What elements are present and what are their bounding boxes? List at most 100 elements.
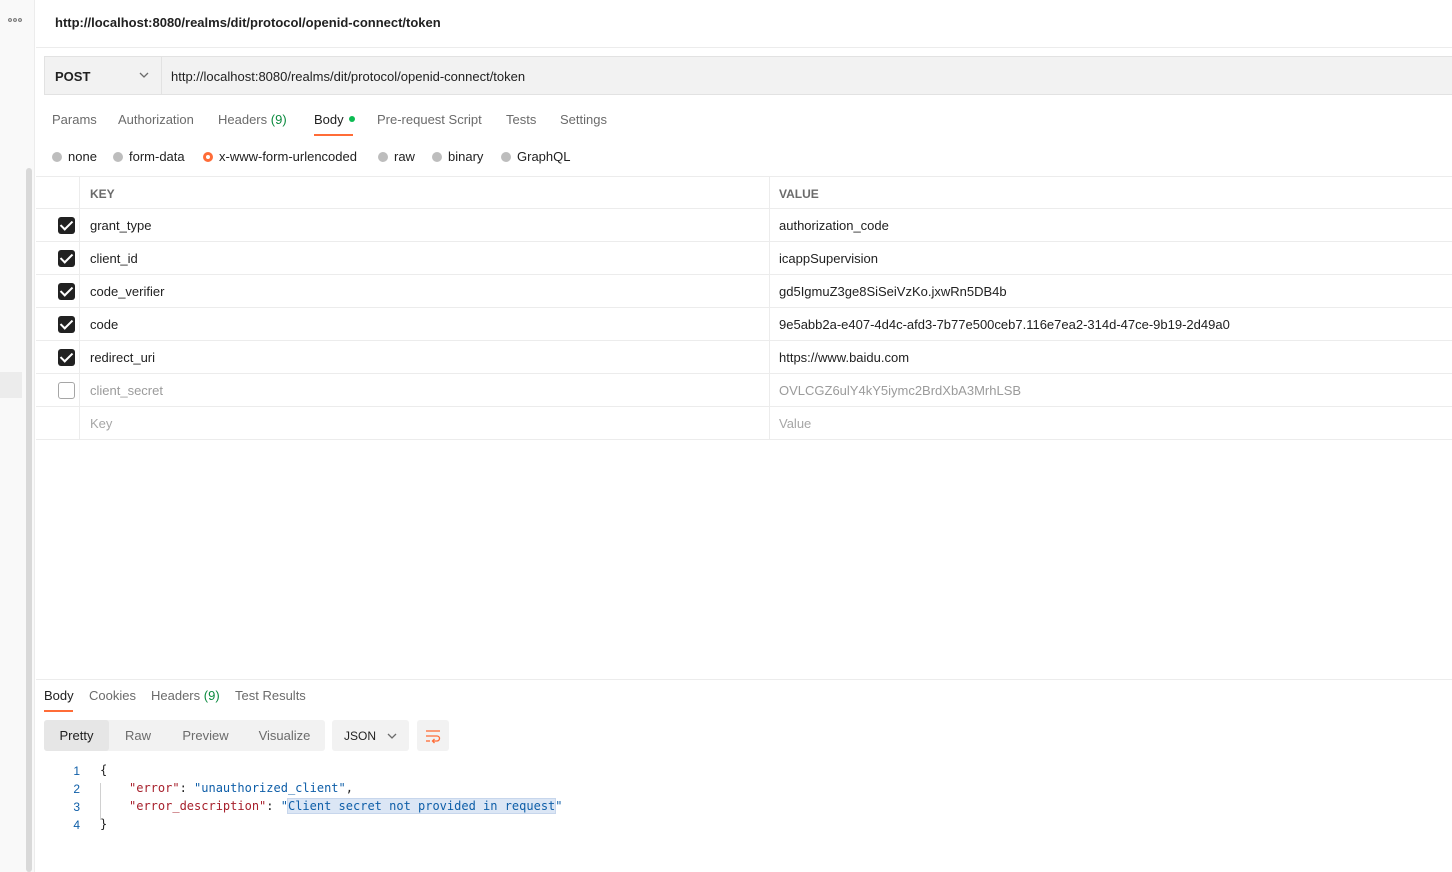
url-input[interactable]: http://localhost:8080/realms/dit/protoco…	[171, 69, 525, 84]
key-input[interactable]: redirect_uri	[90, 350, 155, 365]
wrap-lines-button[interactable]	[417, 720, 449, 751]
column-divider	[769, 341, 770, 374]
response-tab-body[interactable]: Body	[44, 688, 74, 703]
tab-authorization[interactable]: Authorization	[118, 112, 194, 127]
response-view-toggle: Pretty Raw Preview Visualize	[44, 720, 325, 751]
enabled-checkbox[interactable]	[58, 316, 75, 333]
more-options-icon[interactable]	[8, 13, 22, 23]
view-preview-button[interactable]: Preview	[167, 720, 244, 751]
value-input[interactable]: authorization_code	[779, 218, 889, 233]
table-row: client_id icappSupervision	[36, 242, 1452, 275]
radio-icon	[52, 152, 62, 162]
checkbox-cell	[36, 374, 80, 407]
column-divider	[769, 242, 770, 275]
tab-settings[interactable]: Settings	[560, 112, 607, 127]
column-divider	[769, 407, 770, 440]
value-input[interactable]: OVLCGZ6ulY4kY5iymc2BrdXbA3MrhLSB	[779, 383, 1021, 398]
value-column-header: VALUE	[779, 187, 819, 201]
column-divider	[769, 308, 770, 341]
request-title: http://localhost:8080/realms/dit/protoco…	[55, 15, 441, 30]
enabled-checkbox[interactable]	[58, 217, 75, 234]
checkbox-column-header	[36, 177, 80, 210]
format-label: JSON	[344, 729, 377, 743]
enabled-checkbox[interactable]	[58, 250, 75, 267]
divider	[36, 47, 1452, 48]
wrap-lines-icon	[426, 730, 441, 744]
table-row: client_secret OVLCGZ6ulY4kY5iymc2BrdXbA3…	[36, 374, 1452, 407]
table-row: code 9e5abb2a-e407-4d4c-afd3-7b77e500ceb…	[36, 308, 1452, 341]
code-text: "error_description": "Client secret not …	[129, 798, 563, 814]
response-divider[interactable]	[36, 679, 1452, 680]
radio-x-www-form-urlencoded[interactable]: x-www-form-urlencoded	[203, 149, 357, 164]
code-line: 3 "error_description": "Client secret no…	[36, 798, 836, 816]
response-tab-cookies[interactable]: Cookies	[89, 688, 136, 703]
checkbox-cell	[36, 275, 80, 308]
active-tab-indicator	[314, 134, 353, 136]
code-text: "error": "unauthorized_client",	[129, 781, 353, 795]
line-number: 1	[73, 764, 80, 778]
enabled-checkbox[interactable]	[58, 349, 75, 366]
scrollbar[interactable]	[26, 168, 32, 872]
tab-tests[interactable]: Tests	[506, 112, 536, 127]
value-input[interactable]: https://www.baidu.com	[779, 350, 909, 365]
chevron-down-icon	[139, 72, 149, 78]
view-visualize-button[interactable]: Visualize	[246, 720, 323, 751]
tab-params[interactable]: Params	[52, 112, 97, 127]
modified-dot-icon	[348, 116, 355, 122]
checkbox-cell	[36, 341, 80, 374]
sidebar-selected-marker	[0, 372, 22, 398]
table-row: code_verifier gd5IgmuZ3ge8SiSeiVzKo.jxwR…	[36, 275, 1452, 308]
response-tab-test-results[interactable]: Test Results	[235, 688, 306, 703]
checkbox-cell	[36, 242, 80, 275]
radio-icon	[501, 152, 511, 162]
value-input[interactable]: gd5IgmuZ3ge8SiSeiVzKo.jxwRn5DB4b	[779, 284, 1007, 299]
radio-selected-icon	[203, 152, 213, 162]
active-tab-indicator	[44, 710, 73, 712]
radio-icon	[113, 152, 123, 162]
radio-form-data[interactable]: form-data	[113, 149, 185, 164]
table-row-new: Key Value	[36, 407, 1452, 440]
code-text: {	[100, 763, 108, 777]
table-row: grant_type authorization_code	[36, 209, 1452, 242]
view-raw-button[interactable]: Raw	[111, 720, 165, 751]
response-tab-headers[interactable]: Headers (9)	[151, 688, 220, 703]
method-label: POST	[55, 69, 91, 84]
key-input[interactable]: code_verifier	[90, 284, 164, 299]
code-line: 2 "error": "unauthorized_client",	[36, 780, 836, 798]
url-bar: POST http://localhost:8080/realms/dit/pr…	[44, 56, 1452, 95]
tab-pre-request-script[interactable]: Pre-request Script	[377, 112, 482, 127]
tab-headers[interactable]: Headers (9)	[218, 112, 287, 127]
code-text: }	[100, 817, 108, 831]
column-divider	[769, 209, 770, 242]
key-input[interactable]: grant_type	[90, 218, 151, 233]
chevron-down-icon	[387, 733, 397, 739]
key-input[interactable]: code	[90, 317, 118, 332]
radio-graphql[interactable]: GraphQL	[501, 149, 570, 164]
table-row: redirect_uri https://www.baidu.com	[36, 341, 1452, 374]
radio-raw[interactable]: raw	[378, 149, 415, 164]
radio-none[interactable]: none	[52, 149, 97, 164]
radio-icon	[378, 152, 388, 162]
request-workspace: http://localhost:8080/realms/dit/protoco…	[36, 0, 1452, 872]
view-pretty-button[interactable]: Pretty	[44, 720, 109, 751]
line-number: 2	[73, 782, 80, 796]
format-select[interactable]: JSON	[332, 720, 409, 751]
line-number: 3	[73, 800, 80, 814]
checkbox-cell	[36, 308, 80, 341]
disabled-checkbox[interactable]	[58, 382, 75, 399]
method-select[interactable]: POST	[45, 57, 162, 94]
code-line: 1 {	[36, 762, 836, 780]
value-input[interactable]: 9e5abb2a-e407-4d4c-afd3-7b77e500ceb7.116…	[779, 317, 1230, 332]
value-input[interactable]: icappSupervision	[779, 251, 878, 266]
code-line: 4 }	[36, 816, 836, 834]
key-column-header: KEY	[90, 187, 115, 201]
tab-body[interactable]: Body	[314, 112, 355, 127]
new-value-input[interactable]: Value	[779, 416, 811, 431]
checkbox-cell	[36, 407, 80, 440]
key-input[interactable]: client_secret	[90, 383, 163, 398]
new-key-input[interactable]: Key	[90, 416, 112, 431]
key-input[interactable]: client_id	[90, 251, 138, 266]
radio-binary[interactable]: binary	[432, 149, 483, 164]
enabled-checkbox[interactable]	[58, 283, 75, 300]
column-divider	[769, 374, 770, 407]
